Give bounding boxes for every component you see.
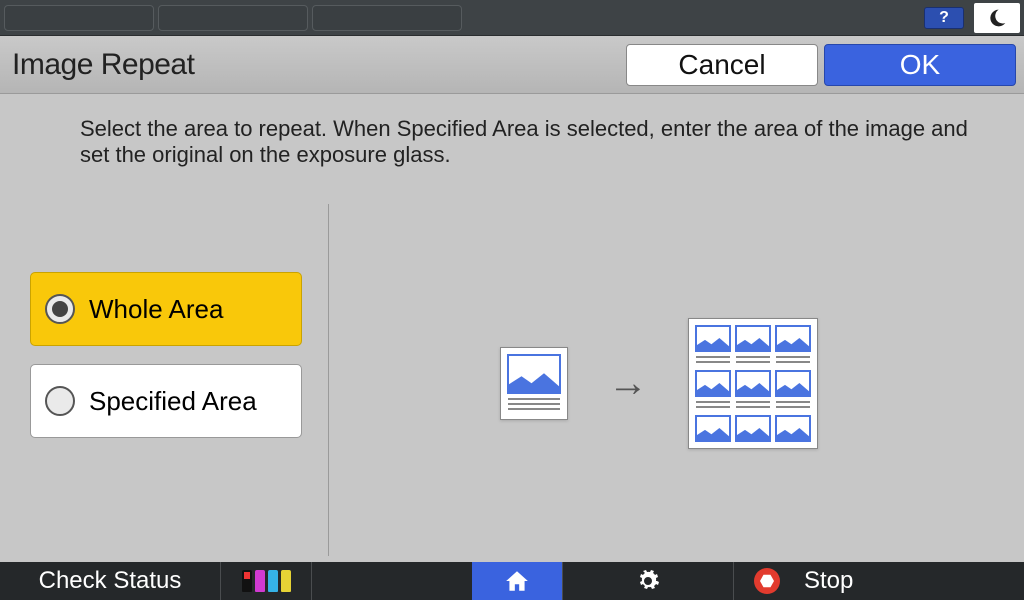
sys-tab-1[interactable] (4, 5, 154, 31)
page-body: Select the area to repeat. When Specifie… (0, 94, 1024, 562)
page-header: Image Repeat Cancel OK (0, 36, 1024, 94)
stop-button[interactable]: Stop (734, 562, 1024, 600)
home-button[interactable] (472, 562, 562, 600)
radio-icon (45, 386, 75, 416)
sys-tab-3[interactable] (312, 5, 462, 31)
help-button[interactable]: ? (924, 7, 964, 29)
page-title: Image Repeat (8, 48, 620, 82)
toner-icon (255, 570, 265, 592)
gear-icon (636, 569, 660, 593)
toner-icon (281, 570, 291, 592)
option-specified-area[interactable]: Specified Area (30, 364, 302, 438)
toner-icon (242, 570, 252, 592)
vertical-divider (328, 204, 329, 556)
instruction-text: Select the area to repeat. When Specifie… (80, 116, 984, 169)
area-options: Whole Area Specified Area (30, 272, 302, 456)
home-icon (504, 568, 530, 594)
nav-spacer (312, 562, 472, 600)
bottom-navbar: Check Status Stop (0, 562, 1024, 600)
moon-icon (987, 8, 1007, 28)
radio-icon (45, 294, 75, 324)
settings-button[interactable] (563, 562, 733, 600)
sleep-button[interactable] (974, 3, 1020, 33)
preview-illustration: → (500, 318, 818, 449)
preview-result-icon (688, 318, 818, 449)
ok-button[interactable]: OK (824, 44, 1016, 86)
stop-icon (754, 568, 780, 594)
option-label: Whole Area (89, 294, 223, 325)
toner-status-button[interactable] (221, 562, 311, 600)
toner-icon (268, 570, 278, 592)
check-status-button[interactable]: Check Status (0, 562, 220, 600)
cancel-button[interactable]: Cancel (626, 44, 818, 86)
system-bar: ? (0, 0, 1024, 36)
stop-label: Stop (804, 567, 853, 595)
arrow-right-icon: → (608, 361, 648, 406)
sys-tab-2[interactable] (158, 5, 308, 31)
option-label: Specified Area (89, 386, 257, 417)
option-whole-area[interactable]: Whole Area (30, 272, 302, 346)
preview-source-icon (500, 347, 568, 421)
